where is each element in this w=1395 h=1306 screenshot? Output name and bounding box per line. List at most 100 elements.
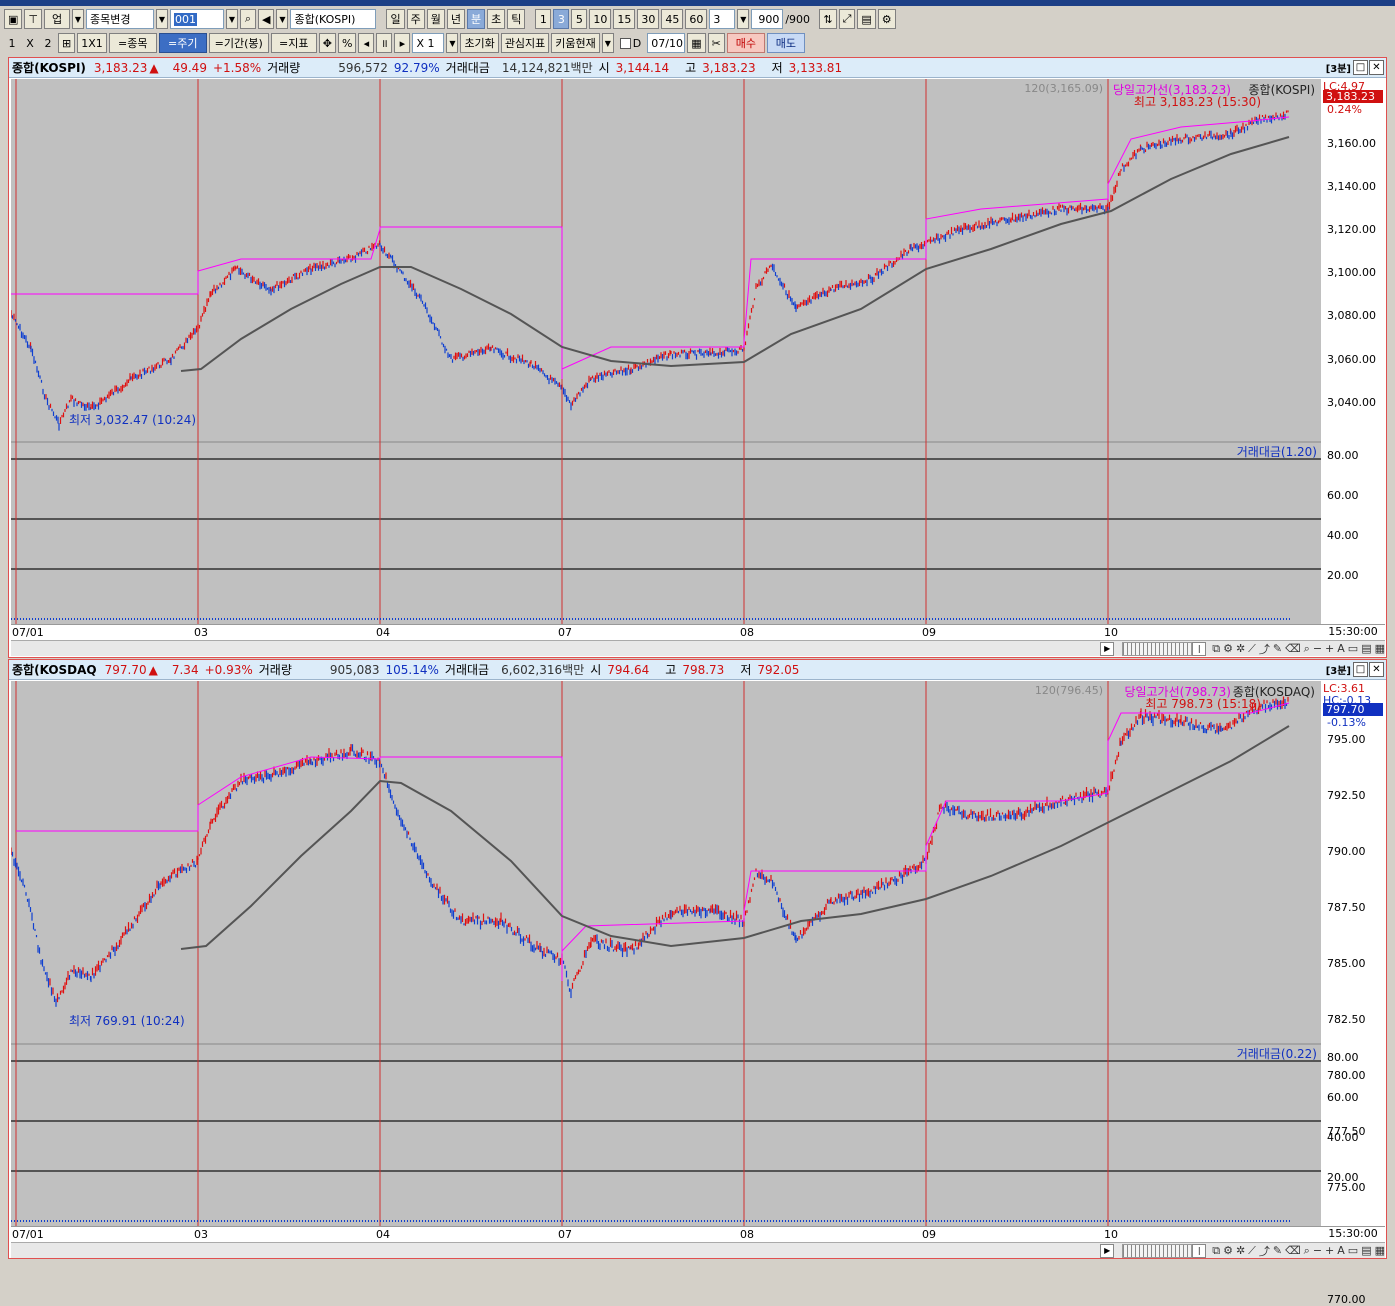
maximize-icon[interactable]: □ [1353,60,1368,75]
layers-icon[interactable]: ⧉ [1212,642,1220,656]
interval-badge[interactable]: [3분] [1325,662,1352,677]
move-icon[interactable]: ✥ [318,33,336,53]
sell-button[interactable]: 매도 [766,33,805,53]
layout-2[interactable]: 2 [40,33,56,53]
trend-tool-icon[interactable]: ⤴ [1259,641,1270,657]
print-icon[interactable]: ▤ [1361,642,1371,655]
period-second[interactable]: 초 [487,9,506,29]
date-input[interactable]: 07/10 [647,33,686,53]
percent-button[interactable]: % [337,33,357,53]
draw-tool-icon[interactable]: ✎ [1273,1244,1282,1257]
period-link-button[interactable]: =기간(봉) [208,33,269,53]
calendar-icon[interactable]: ▦ [687,33,706,53]
tool-icon[interactable]: ⤢ [838,9,856,29]
prev-icon[interactable]: ◂ [358,33,375,53]
interval-3[interactable]: 3 [553,9,570,29]
grid-icon[interactable]: ⊞ [58,33,76,53]
interval-30[interactable]: 30 [637,9,660,29]
period-year[interactable]: 년 [446,9,465,29]
draw-tool-icon[interactable]: ✎ [1273,642,1282,655]
text-tool-icon[interactable]: A [1337,642,1345,655]
chart-scrollbar[interactable]: ▶ | ⧉ ⚙ ✲ ⟋ ⤴ ✎ ⌫ ⌕ − + A ▭ ▤ ▦ [11,1242,1385,1258]
screen-icon[interactable]: ▭ [1348,642,1358,655]
period-month[interactable]: 월 [426,9,445,29]
gear-icon[interactable]: ⚙ [877,9,896,29]
scroll-right-icon[interactable]: ▶ [1100,1243,1115,1258]
period-minute[interactable]: 분 [466,9,486,29]
gear-icon[interactable]: ⚙ [1223,1244,1233,1257]
market-select[interactable]: 업 [44,9,70,29]
indicator-link-button[interactable]: =지표 [270,33,317,53]
interval-15[interactable]: 15 [613,9,636,29]
chevron-down-icon[interactable]: ▼ [446,33,459,53]
layout-x[interactable]: X [22,33,38,53]
layout-1x1-button[interactable]: 1X1 [77,33,107,53]
scroll-end-icon[interactable]: | [1192,1243,1207,1258]
date-checkbox[interactable]: D [616,33,645,53]
interval-45[interactable]: 45 [661,9,684,29]
index-name[interactable]: 종합(KOSDAQ [12,661,97,678]
zoom-in-icon[interactable]: + [1325,1244,1334,1257]
print-icon[interactable]: ▤ [1361,1244,1371,1257]
settings-icon[interactable]: ✲ [1236,642,1245,655]
search-icon[interactable]: ⌕ [240,9,256,29]
chevron-down-icon[interactable]: ▼ [276,9,289,29]
count-input[interactable]: 900 [751,9,784,29]
interval-10[interactable]: 10 [589,9,612,29]
layout-1[interactable]: 1 [4,33,20,53]
close-icon[interactable]: ✕ [1369,60,1384,75]
interval-1[interactable]: 1 [535,9,552,29]
line-tool-icon[interactable]: ⟋ [1248,642,1256,656]
next-icon[interactable]: ▸ [394,33,411,53]
scroll-thumb[interactable] [1122,641,1193,656]
pin-icon[interactable]: ⊤ [24,9,42,29]
maximize-icon[interactable]: □ [1353,662,1368,677]
cycle-link-button[interactable]: =주기 [158,33,207,53]
settings-icon[interactable]: ✲ [1236,1244,1245,1257]
price-plot[interactable]: 120(796.45) 당일고가선(798.73) 종합(KOSDAQ) 최고 798… [11,681,1321,1226]
trend-tool-icon[interactable]: ⤴ [1259,1243,1270,1259]
eraser-icon[interactable]: ⌫ [1285,1244,1301,1257]
period-tick[interactable]: 틱 [507,9,526,29]
index-name[interactable]: 종합(KOSPI) [12,59,86,76]
scroll-end-icon[interactable]: | [1192,641,1207,656]
code-input[interactable]: 001 [170,9,224,29]
compare-icon[interactable]: ⇅ [819,9,837,29]
zoom-in-icon[interactable]: + [1325,642,1334,655]
chevron-down-icon[interactable]: ▼ [72,9,84,29]
line-tool-icon[interactable]: ⟋ [1248,1244,1256,1258]
buy-button[interactable]: 매수 [726,33,765,53]
zoom-select[interactable]: X 1 [412,33,445,53]
zoom-icon[interactable]: ⌕ [1304,1244,1310,1258]
zoom-out-icon[interactable]: − [1313,642,1322,655]
scissors-icon[interactable]: ✂ [707,33,725,53]
gear-icon[interactable]: ⚙ [1223,642,1233,655]
period-day[interactable]: 일 [386,9,405,29]
scroll-right-icon[interactable]: ▶ [1100,641,1115,656]
scroll-thumb[interactable] [1122,1243,1193,1258]
change-stock-select[interactable]: 종목변경 [86,9,154,29]
stock-link-button[interactable]: =종목 [108,33,157,53]
price-plot[interactable]: 120(3,165.09) 당일고가선(3,183.23) 종합(KOSPI) 최고 … [11,79,1321,624]
layers-icon[interactable]: ⧉ [1212,1244,1220,1258]
sound-icon[interactable]: ◀ [258,9,275,29]
interval-5[interactable]: 5 [571,9,588,29]
zoom-out-icon[interactable]: − [1313,1244,1322,1257]
watch-indicator-button[interactable]: 관심지표 [500,33,550,53]
pause-icon[interactable]: ॥ [376,33,393,53]
zoom-icon[interactable]: ⌕ [1304,642,1310,656]
period-week[interactable]: 주 [406,9,425,29]
screen-icon[interactable]: ▭ [1348,1244,1358,1257]
text-tool-icon[interactable]: A [1337,1244,1345,1257]
save-icon[interactable]: ▤ [857,9,876,29]
chevron-down-icon[interactable]: ▼ [601,33,614,53]
reset-button[interactable]: 초기화 [460,33,499,53]
eraser-icon[interactable]: ⌫ [1285,642,1301,655]
chevron-down-icon[interactable]: ▼ [226,9,238,29]
chevron-down-icon[interactable]: ▼ [737,9,750,29]
close-icon[interactable]: ✕ [1369,662,1384,677]
chevron-down-icon[interactable]: ▼ [156,9,168,29]
chart-scrollbar[interactable]: ▶ | ⧉ ⚙ ✲ ⟋ ⤴ ✎ ⌫ ⌕ − + A ▭ ▤ ▦ [11,640,1385,656]
grid-icon[interactable]: ▦ [1375,642,1385,655]
grid-icon[interactable]: ▦ [1375,1244,1385,1257]
